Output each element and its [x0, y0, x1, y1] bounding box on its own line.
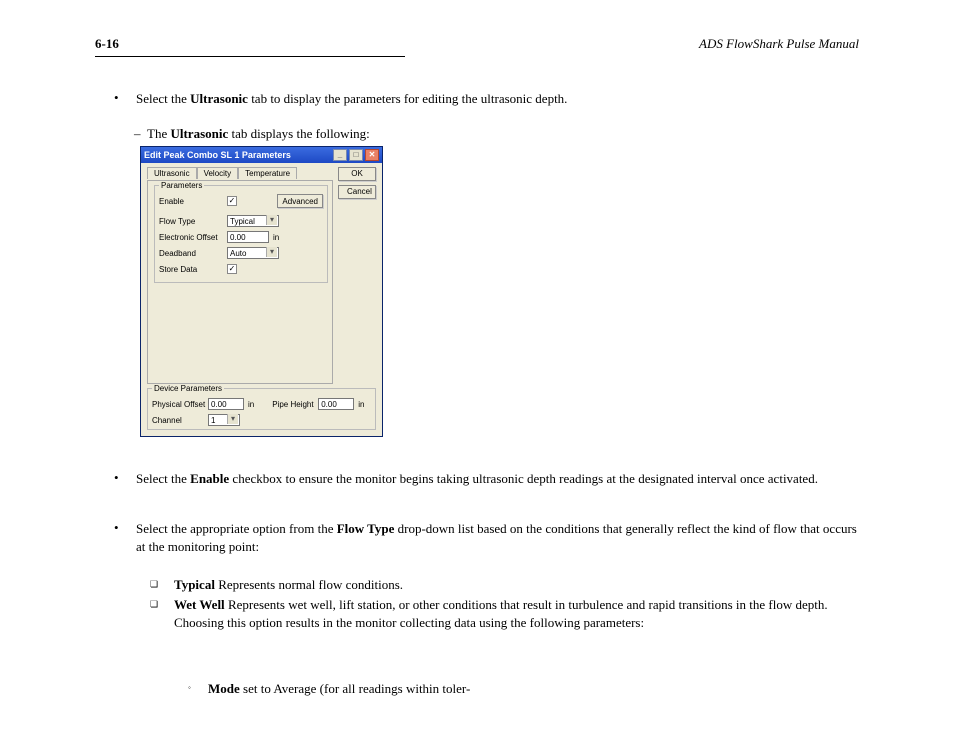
bullet-1-text: Select the Ultrasonic tab to display the… [136, 90, 859, 108]
deadband-select[interactable]: Auto [227, 247, 279, 259]
flowtype-select[interactable]: Typical [227, 215, 279, 227]
edit-parameters-dialog: Edit Peak Combo SL 1 Parameters _ □ ✕ Ul… [140, 146, 383, 437]
tab-velocity[interactable]: Velocity [197, 167, 239, 179]
bullet-dot: • [114, 470, 136, 488]
page-header-title: ADS FlowShark Pulse Manual [699, 36, 859, 52]
pipe-height-label: Pipe Height [272, 400, 318, 409]
square-bullet-icon: ❏ [150, 576, 174, 594]
advanced-button[interactable]: Advanced [277, 194, 323, 208]
sub-bullet-typical-text: Typical Represents normal flow condition… [174, 576, 859, 594]
tabpanel-ultrasonic: Parameters Enable ✓ Advanced Flow Type T… [147, 180, 333, 384]
storedata-checkbox[interactable]: ✓ [227, 264, 237, 274]
bullet-2-text: Select the Enable checkbox to ensure the… [136, 470, 859, 488]
device-parameters-group: Device Parameters Physical Offset 0.00 i… [147, 388, 376, 430]
electronic-offset-label: Electronic Offset [159, 233, 227, 242]
pipe-height-unit: in [358, 400, 364, 409]
bullet-3-text: Select the appropriate option from the F… [136, 520, 859, 555]
tab-temperature[interactable]: Temperature [238, 167, 297, 179]
close-icon[interactable]: ✕ [365, 149, 379, 161]
cancel-button[interactable]: Cancel [338, 185, 376, 199]
electronic-offset-input[interactable]: 0.00 [227, 231, 269, 243]
parameters-legend: Parameters [159, 181, 204, 190]
ok-button[interactable]: OK [338, 167, 376, 181]
header-rule [95, 56, 405, 57]
square-bullet-icon: ❏ [150, 596, 174, 631]
bullet-3: • Select the appropriate option from the… [114, 520, 859, 555]
sub-bullet-wetwell-text: Wet Well Represents wet well, lift stati… [174, 596, 859, 631]
enable-checkbox[interactable]: ✓ [227, 196, 237, 206]
channel-select[interactable]: 1 [208, 414, 240, 426]
physical-offset-label: Physical Offset [152, 400, 208, 409]
dialog-title: Edit Peak Combo SL 1 Parameters [144, 150, 291, 160]
physical-offset-input[interactable]: 0.00 [208, 398, 244, 410]
tabstrip: Ultrasonic Velocity Temperature [147, 167, 297, 179]
ring-bullet-icon: ◦ [188, 680, 208, 698]
storedata-label: Store Data [159, 265, 227, 274]
dialog-titlebar: Edit Peak Combo SL 1 Parameters _ □ ✕ [141, 147, 382, 163]
bullet-1: • Select the Ultrasonic tab to display t… [114, 90, 859, 108]
maximize-icon[interactable]: □ [349, 149, 363, 161]
page-number: 6-16 [95, 36, 119, 52]
parameters-group: Parameters Enable ✓ Advanced Flow Type T… [154, 185, 328, 283]
tab-ultrasonic[interactable]: Ultrasonic [147, 167, 197, 179]
flowtype-label: Flow Type [159, 217, 227, 226]
sub-bullet-wetwell: ❏ Wet Well Represents wet well, lift sta… [150, 596, 859, 631]
sub-sub-bullet-mode: ◦ Mode set to Average (for all readings … [188, 680, 859, 698]
bullet-dot: • [114, 520, 136, 555]
pipe-height-input[interactable]: 0.00 [318, 398, 354, 410]
deadband-label: Deadband [159, 249, 227, 258]
physical-offset-unit: in [248, 400, 254, 409]
channel-label: Channel [152, 416, 208, 425]
enable-label: Enable [159, 197, 227, 206]
sub-sub-bullet-mode-text: Mode set to Average (for all readings wi… [208, 680, 859, 698]
bullet-2: • Select the Enable checkbox to ensure t… [114, 470, 859, 488]
minimize-icon[interactable]: _ [333, 149, 347, 161]
bullet-1-sub: – The Ultrasonic tab displays the follow… [134, 126, 859, 142]
electronic-offset-unit: in [273, 233, 279, 242]
bullet-dot: • [114, 90, 136, 108]
sub-bullet-typical: ❏ Typical Represents normal flow conditi… [150, 576, 859, 594]
device-parameters-legend: Device Parameters [152, 384, 224, 393]
